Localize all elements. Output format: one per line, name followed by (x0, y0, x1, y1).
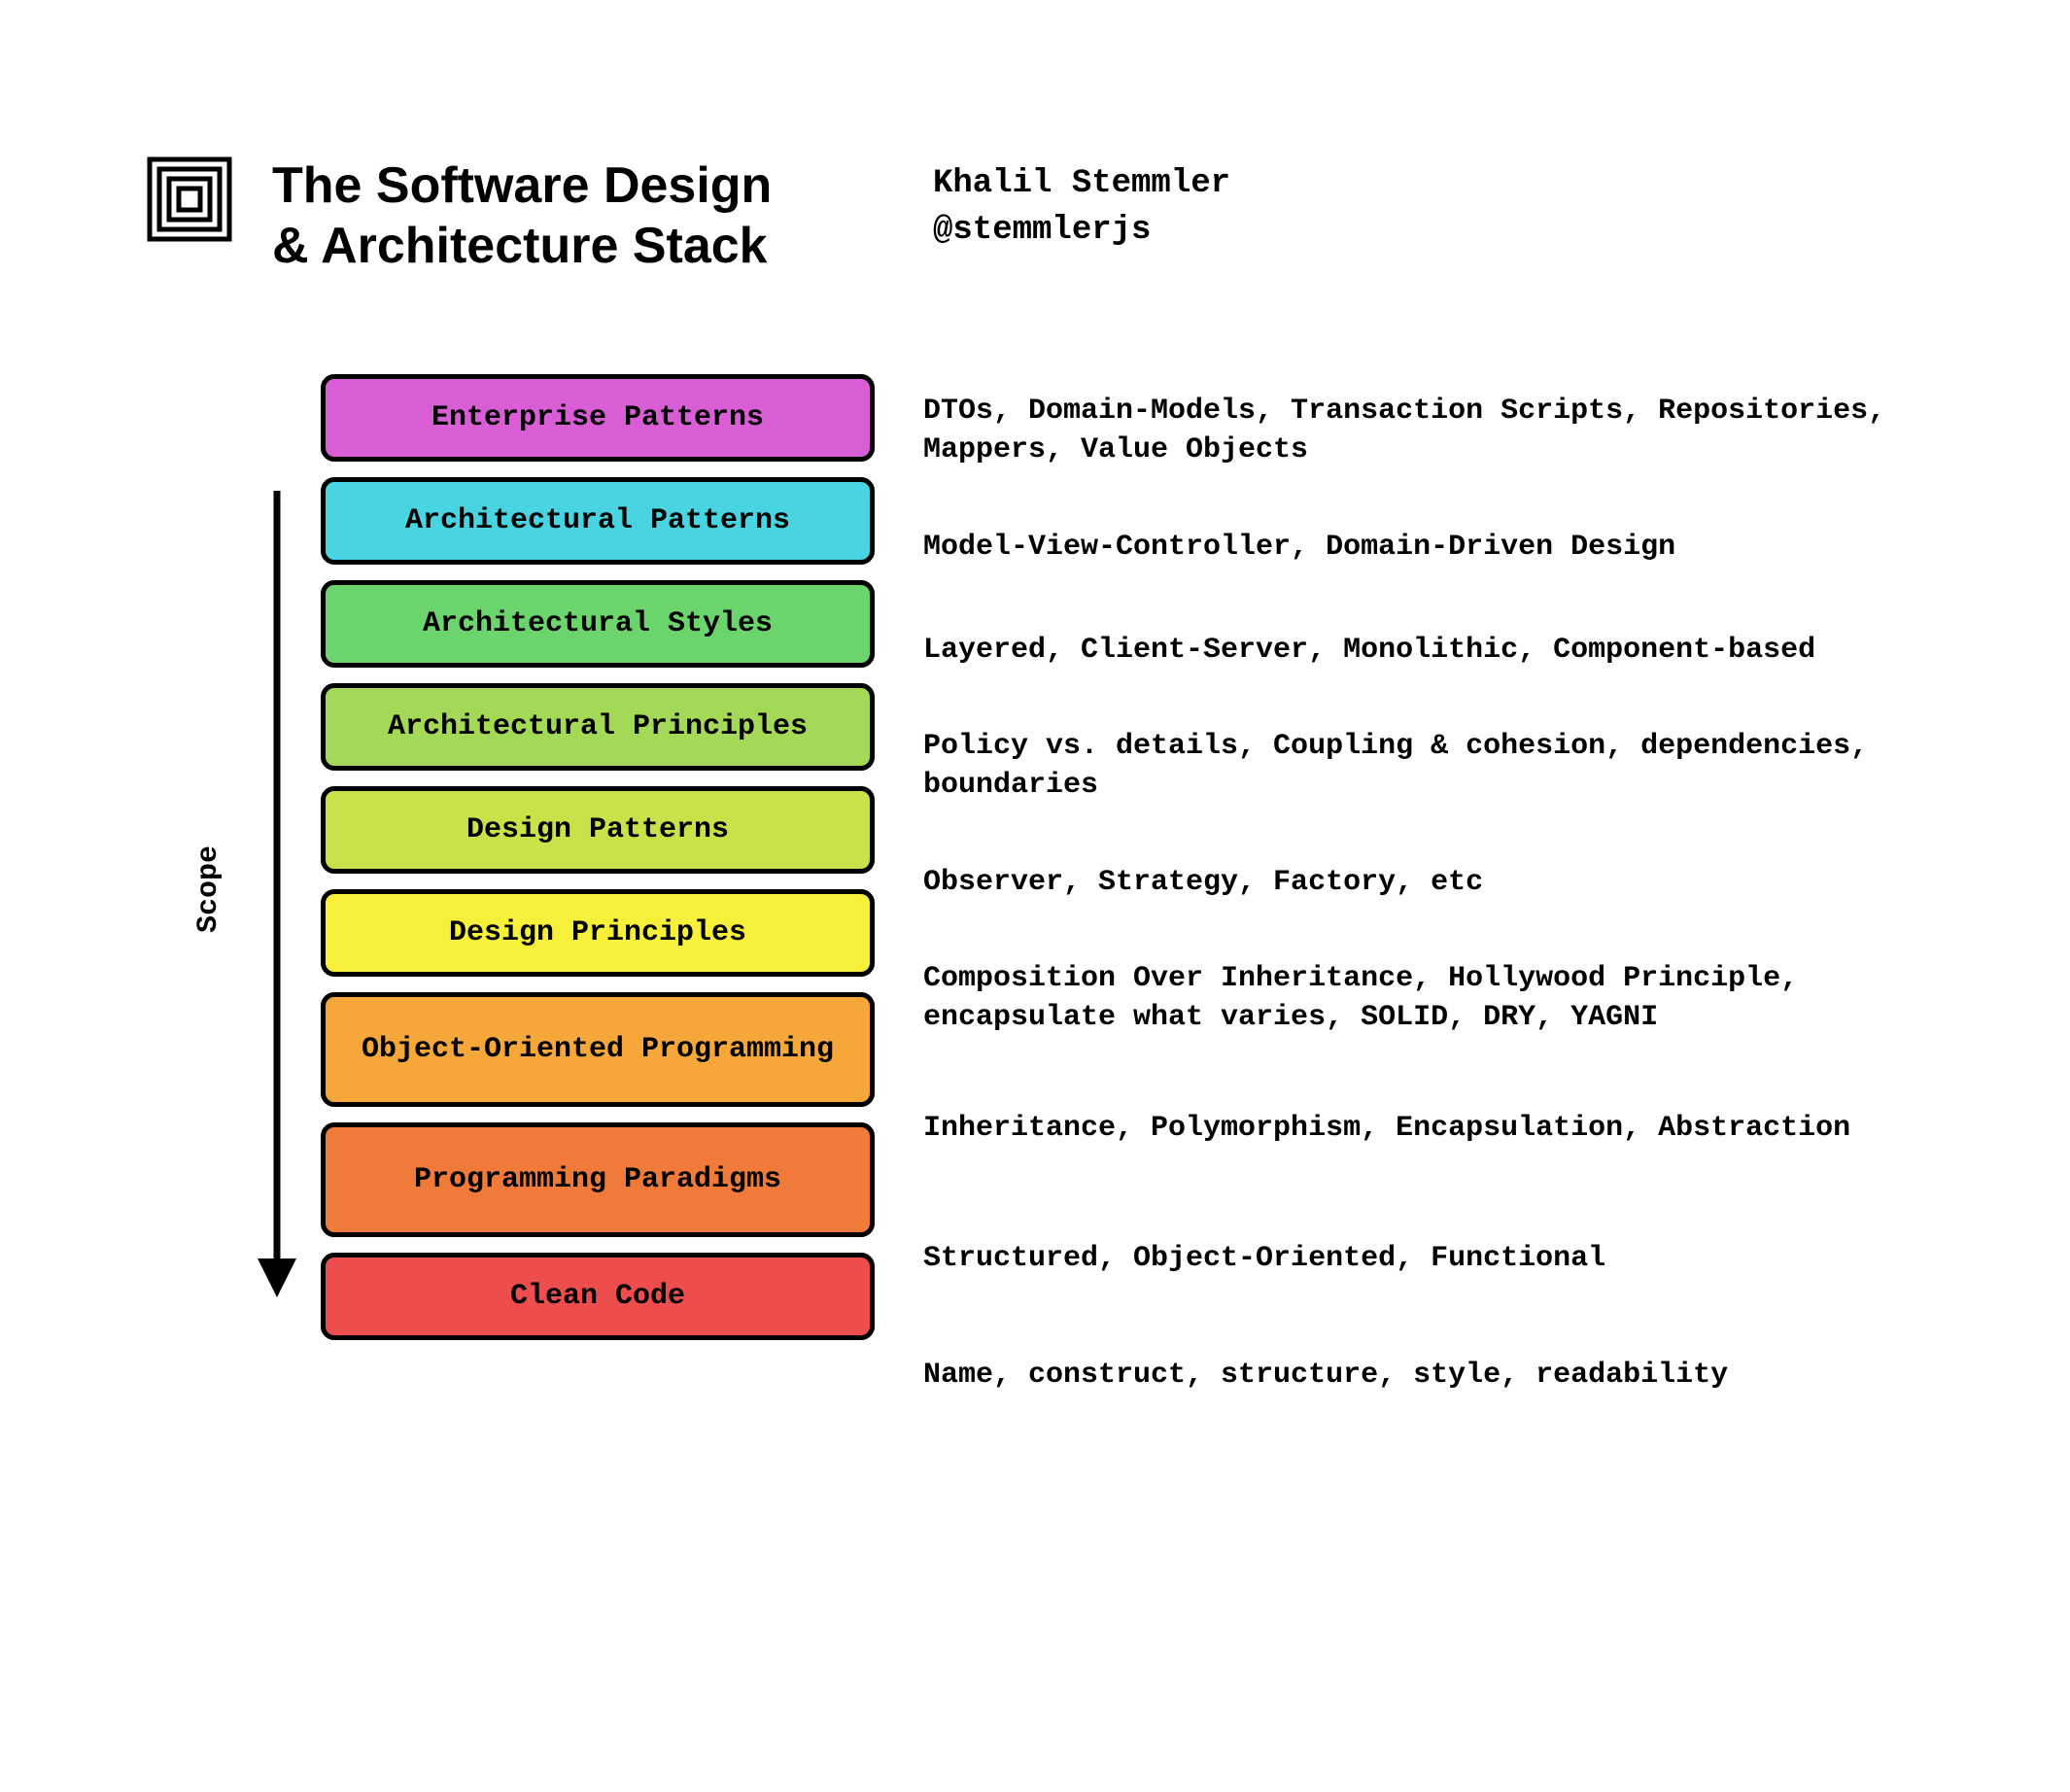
stack-layer: Design Patterns (321, 786, 875, 874)
scope-column: Scope (185, 374, 311, 1404)
stack-layer: Architectural Patterns (321, 477, 875, 565)
title-line-1: The Software Design (272, 155, 855, 216)
layer-description: Inheritance, Polymorphism, Encapsulation… (923, 1071, 1895, 1186)
layer-description: Policy vs. details, Coupling & cohesion,… (923, 709, 1895, 823)
stack-layer: Design Principles (321, 889, 875, 977)
diagram: Scope Enterprise Patterns Architectural P… (185, 374, 1924, 1419)
layer-description: Name, construct, structure, style, reada… (923, 1331, 1895, 1419)
layer-description: Model-View-Controller, Domain-Driven Des… (923, 503, 1895, 591)
layer-description: DTOs, Domain-Models, Transaction Scripts… (923, 374, 1895, 488)
stack-column: Enterprise Patterns Architectural Pattern… (321, 374, 875, 1340)
stack-layer: Programming Paradigms (321, 1122, 875, 1237)
scope-label: Scope (192, 845, 225, 933)
stack-layer: Architectural Principles (321, 683, 875, 771)
page-title: The Software Design & Architecture Stack (272, 155, 855, 277)
stack-layer: Enterprise Patterns (321, 374, 875, 462)
title-line-2: & Architecture Stack (272, 216, 855, 276)
author-block: Khalil Stemmler @stemmlerjs (933, 161, 1230, 254)
layer-description: Layered, Client-Server, Monolithic, Comp… (923, 606, 1895, 694)
description-column: DTOs, Domain-Models, Transaction Scripts… (923, 374, 1895, 1419)
author-name: Khalil Stemmler (933, 161, 1230, 208)
arrow-down-icon (253, 491, 301, 1297)
stack-layer: Architectural Styles (321, 580, 875, 668)
stack-layer: Clean Code (321, 1253, 875, 1340)
layer-description: Composition Over Inheritance, Hollywood … (923, 942, 1895, 1055)
stack-layer: Object-Oriented Programming (321, 992, 875, 1107)
author-handle: @stemmlerjs (933, 208, 1230, 255)
layer-description: Structured, Object-Oriented, Functional (923, 1201, 1895, 1316)
header: The Software Design & Architecture Stack… (146, 155, 1924, 277)
layer-description: Observer, Strategy, Factory, etc (923, 839, 1895, 926)
spiral-logo-icon (146, 155, 233, 248)
